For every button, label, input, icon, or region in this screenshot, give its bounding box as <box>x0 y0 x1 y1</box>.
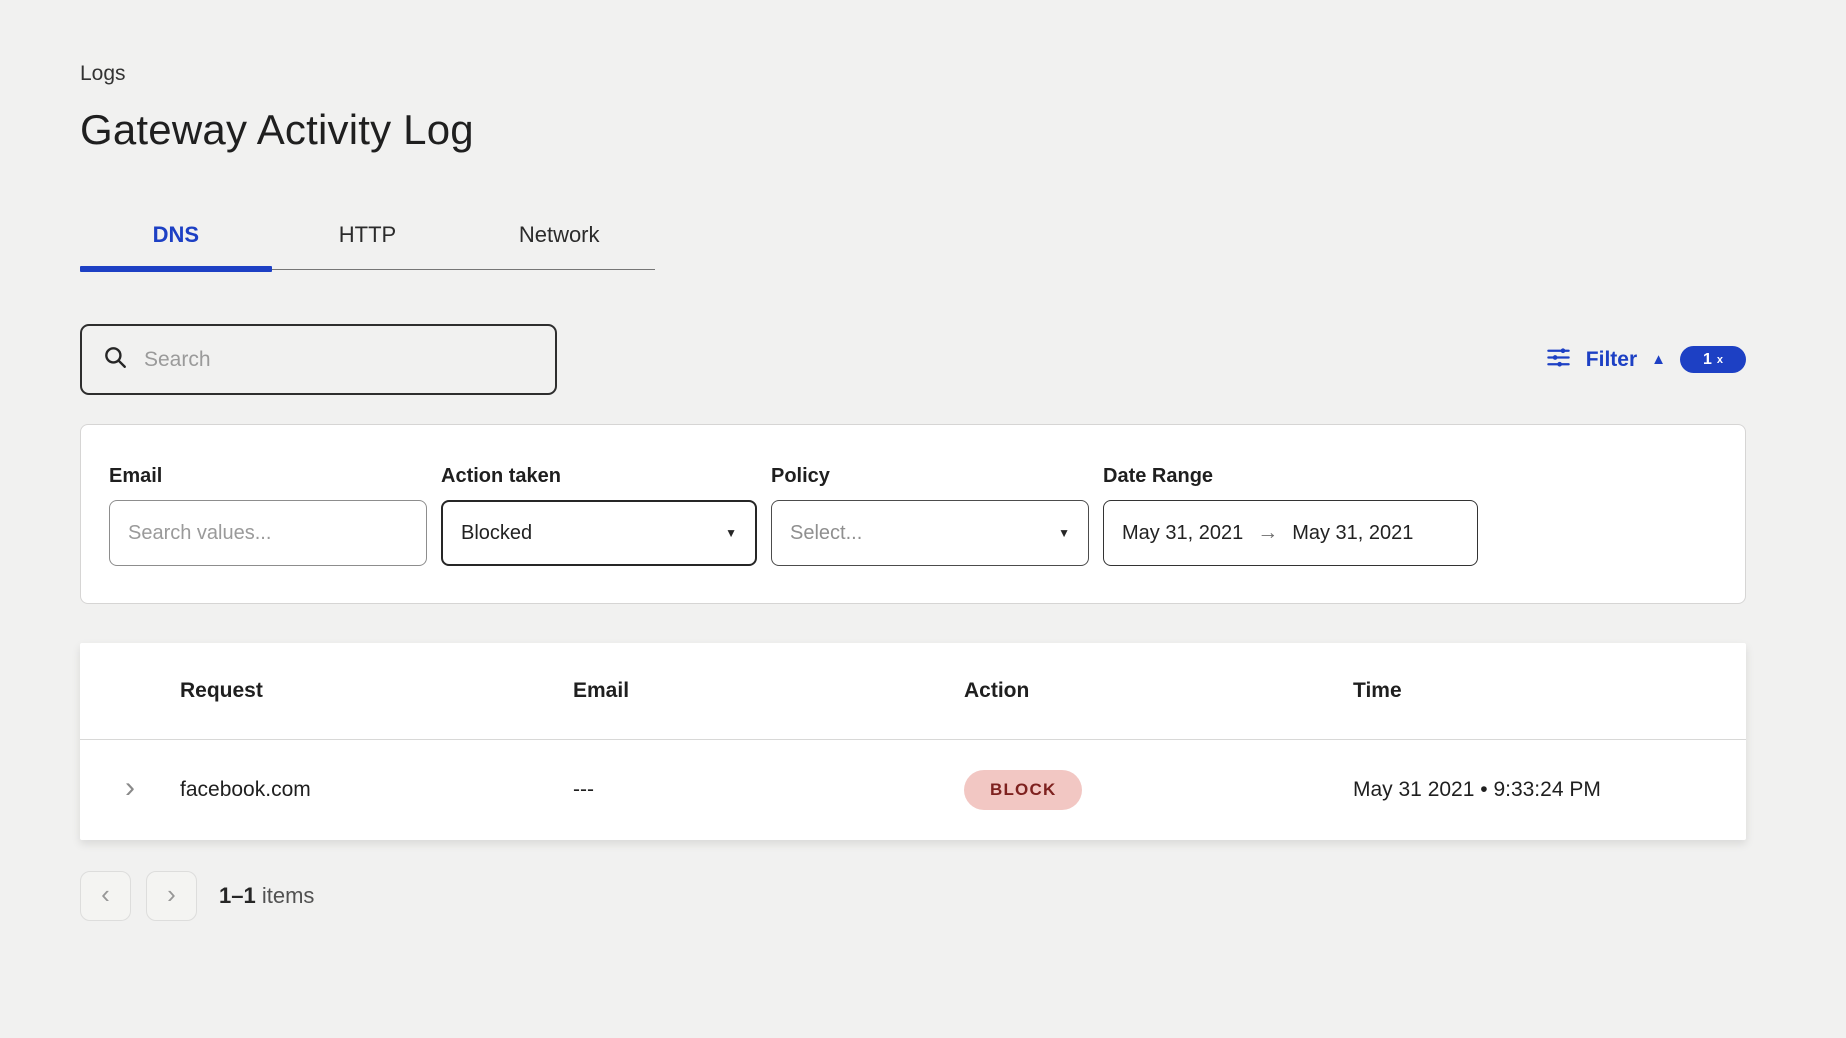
date-range-start: May 31, 2021 <box>1122 522 1243 545</box>
tab-network-label: Network <box>519 222 600 248</box>
email-filter-input[interactable] <box>128 522 408 545</box>
tab-dns-label: DNS <box>153 222 199 248</box>
active-tab-indicator <box>80 266 272 272</box>
filter-sliders-icon <box>1545 344 1572 376</box>
filter-panel: Email Action taken Blocked ▼ Policy Sele… <box>80 424 1746 604</box>
email-filter-label: Email <box>109 465 427 488</box>
filter-field-policy: Policy Select... ▼ <box>771 465 1089 603</box>
tab-dns[interactable]: DNS <box>80 200 272 269</box>
filter-controls: Filter ▲ 1 x <box>1545 344 1746 376</box>
chevron-down-icon: ▼ <box>725 527 737 539</box>
action-taken-filter-label: Action taken <box>441 465 757 488</box>
tab-network[interactable]: Network <box>463 200 655 269</box>
email-filter-input-wrap[interactable] <box>109 500 427 566</box>
filter-field-date-range: Date Range May 31, 2021 → May 31, 2021 <box>1103 465 1478 603</box>
date-range-filter-label: Date Range <box>1103 465 1478 488</box>
log-type-tabs: DNS HTTP Network <box>80 200 655 270</box>
filter-field-action-taken: Action taken Blocked ▼ <box>441 465 757 603</box>
previous-page-button[interactable]: ‹ <box>80 871 131 921</box>
search-icon <box>102 344 128 375</box>
gateway-activity-log-page: Logs Gateway Activity Log DNS HTTP Netwo… <box>0 0 1846 921</box>
filter-toggle[interactable]: Filter <box>1586 348 1637 372</box>
cell-email: --- <box>573 778 964 802</box>
arrow-right-icon: → <box>1257 521 1278 545</box>
block-action-badge: BLOCK <box>964 770 1082 810</box>
column-header-email: Email <box>573 679 964 703</box>
pagination: ‹ › 1–1 items <box>80 871 1746 921</box>
filter-count: 1 <box>1703 351 1712 369</box>
chevron-left-icon: ‹ <box>101 879 110 910</box>
items-label: items <box>262 883 315 908</box>
activity-log-table: Request Email Action Time › facebook.com… <box>80 643 1746 840</box>
items-count: 1–1 items <box>219 883 314 909</box>
search-box[interactable] <box>80 324 557 395</box>
column-header-time: Time <box>1353 679 1746 703</box>
action-taken-selected-value: Blocked <box>461 522 532 545</box>
breadcrumb: Logs <box>80 62 1746 86</box>
chevron-right-icon: › <box>167 879 176 910</box>
search-input[interactable] <box>144 348 524 372</box>
date-range-end: May 31, 2021 <box>1292 522 1413 545</box>
page-title: Gateway Activity Log <box>80 106 1746 154</box>
tab-http-label: HTTP <box>339 222 396 248</box>
policy-selected-value: Select... <box>790 522 862 545</box>
items-range: 1–1 <box>219 883 256 908</box>
toolbar: Filter ▲ 1 x <box>80 324 1746 395</box>
policy-select[interactable]: Select... ▼ <box>771 500 1089 566</box>
policy-filter-label: Policy <box>771 465 1089 488</box>
next-page-button[interactable]: › <box>146 871 197 921</box>
table-header-row: Request Email Action Time <box>80 643 1746 739</box>
row-expand-chevron-icon[interactable]: › <box>125 773 135 803</box>
filter-field-email: Email <box>109 465 427 603</box>
column-header-action: Action <box>964 679 1353 703</box>
cell-request: facebook.com <box>180 778 573 802</box>
filter-count-badge[interactable]: 1 x <box>1680 346 1746 373</box>
tab-http[interactable]: HTTP <box>272 200 464 269</box>
date-range-picker[interactable]: May 31, 2021 → May 31, 2021 <box>1103 500 1478 566</box>
table-row[interactable]: › facebook.com --- BLOCK May 31 2021 • 9… <box>80 739 1746 840</box>
cell-time: May 31 2021 • 9:33:24 PM <box>1353 778 1746 802</box>
chevron-down-icon: ▼ <box>1058 527 1070 539</box>
action-taken-select[interactable]: Blocked ▼ <box>441 500 757 566</box>
filter-count-suffix: x <box>1717 354 1723 366</box>
column-header-request: Request <box>180 679 573 703</box>
cell-action: BLOCK <box>964 770 1353 810</box>
filter-collapse-caret-icon[interactable]: ▲ <box>1651 352 1666 367</box>
